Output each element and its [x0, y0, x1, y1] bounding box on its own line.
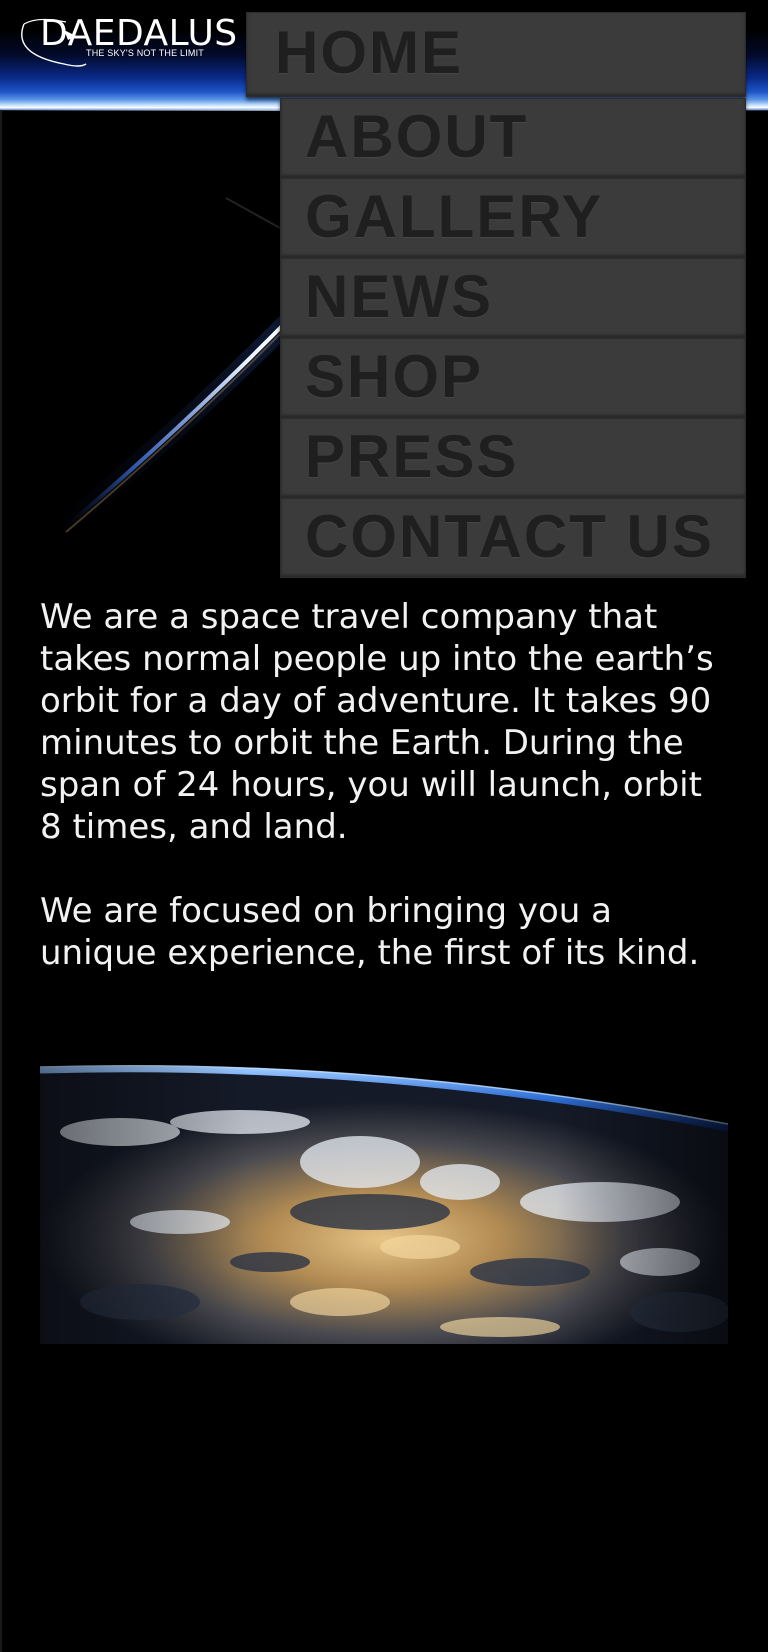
- intro-paragraph: We are a space travel company that takes…: [40, 597, 714, 847]
- earth-orbit-image: [40, 1062, 728, 1344]
- nav-link-about[interactable]: ABOUT: [281, 99, 745, 175]
- nav-item-press[interactable]: PRESS: [280, 418, 746, 498]
- nav-item-contact-us[interactable]: CONTACT US: [280, 498, 746, 578]
- nav-item-about[interactable]: ABOUT: [280, 98, 746, 178]
- nav-link-home[interactable]: HOME: [247, 13, 745, 93]
- nav-link-press[interactable]: PRESS: [281, 419, 745, 495]
- nav-item-home[interactable]: HOME: [246, 12, 746, 97]
- nav-item-gallery[interactable]: GALLERY: [280, 178, 746, 258]
- nav-item-shop[interactable]: SHOP: [280, 338, 746, 418]
- nav-link-shop[interactable]: SHOP: [281, 339, 745, 415]
- nav-link-news[interactable]: NEWS: [281, 259, 745, 335]
- mission-paragraph: We are focused on bringing you a unique …: [40, 891, 700, 973]
- page: DAEDALUS THE SKY'S NOT THE LIMIT HOME AB…: [0, 0, 768, 1652]
- brand-logo[interactable]: DAEDALUS THE SKY'S NOT THE LIMIT: [18, 14, 248, 70]
- nav-item-news[interactable]: NEWS: [280, 258, 746, 338]
- earth-orbit-photo: [40, 1062, 728, 1344]
- brand-tagline: THE SKY'S NOT THE LIMIT: [86, 48, 205, 58]
- nav-link-contact-us[interactable]: CONTACT US: [281, 499, 745, 575]
- nav-link-gallery[interactable]: GALLERY: [281, 179, 745, 255]
